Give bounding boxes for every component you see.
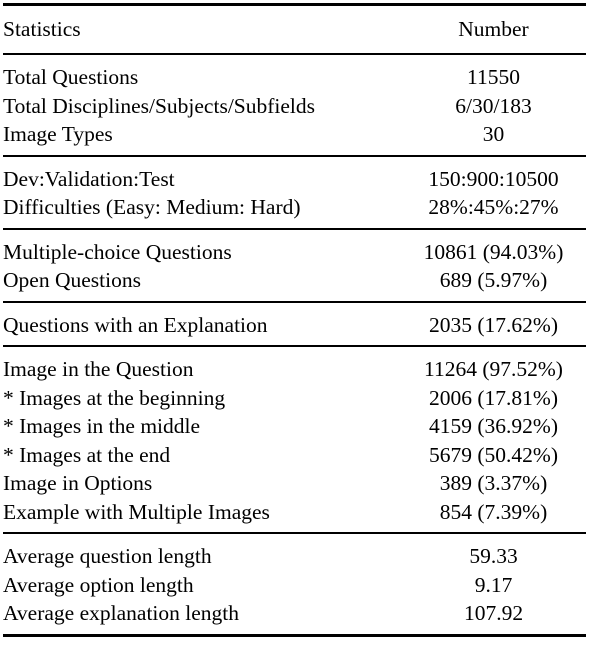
table-row: Average option length 9.17 [3,571,586,600]
row-spacer [3,347,586,355]
table-row: * Images at the beginning 2006 (17.81%) [3,384,586,413]
table-row: Average question length 59.33 [3,542,586,571]
row-spacer [3,157,586,165]
row-spacer [3,303,586,311]
row-value: 689 (5.97%) [439,268,548,292]
row-label: Dev:Validation:Test [3,166,175,191]
row-label: Average explanation length [3,601,240,625]
row-value: 11550 [467,65,520,89]
row-label: Image Types [3,122,113,146]
row-value: 28%:45%:27% [428,195,559,219]
row-label: Example with Multiple Images [3,499,270,524]
row-value: 10861 (94.03%) [423,239,564,264]
table-row: Open Questions 689 (5.97%) [3,266,586,295]
row-spacer [3,628,586,636]
row-label: Image in Options [3,471,153,495]
row-value: 5679 (50.42%) [429,442,558,467]
table-row: Total Disciplines/Subjects/Subfields 6/30… [3,92,586,121]
row-spacer [3,339,586,346]
row-value: 9.17 [474,572,513,597]
row-label: * Images in the middle [3,414,201,438]
table-row: * Images in the middle 4159 (36.92%) [3,412,586,441]
horizontal-rule [3,633,586,638]
row-label: Average question length [3,544,212,568]
statistics-table: Statistics Number Total Questions 11550 Tota… [3,3,586,638]
row-value: 30 [482,122,505,146]
table-row: Multiple-choice Questions 10861 (94.03%) [3,238,586,267]
table-row: Image in the Question 11264 (97.52%) [3,355,586,384]
row-value: 150:900:10500 [428,166,559,191]
row-value: 6/30/183 [455,93,532,118]
table-row: * Images at the end 5679 (50.42%) [3,441,586,470]
row-label: Image in the Question [3,357,194,381]
table-header-row: Statistics Number [3,6,586,54]
row-label: * Images at the beginning [3,385,226,410]
row-spacer [3,526,586,533]
row-label: * Images at the end [3,442,171,467]
row-spacer [3,149,586,156]
table-row: Image in Options 389 (3.37%) [3,469,586,498]
row-spacer [3,534,586,542]
table-row: Total Questions 11550 [3,63,586,92]
table-row: Difficulties (Easy: Medium: Hard) 28%:45%… [3,193,586,222]
table-bottom-rule [3,633,586,638]
row-value: 4159 (36.92%) [429,414,558,438]
row-value: 107.92 [463,601,524,625]
row-value: 11264 (97.52%) [424,357,563,381]
row-value: 389 (3.37%) [439,471,548,495]
row-label: Open Questions [3,268,141,292]
row-label: Questions with an Explanation [3,312,268,337]
statistics-table-figure: Statistics Number Total Questions 11550 Tota… [0,3,590,653]
table-row: Dev:Validation:Test 150:900:10500 [3,165,586,194]
row-label: Difficulties (Easy: Medium: Hard) [3,195,301,219]
row-value: 2006 (17.81%) [429,385,558,410]
table-row: Image Types 30 [3,120,586,149]
row-value: 59.33 [469,544,518,568]
row-label: Total Questions [3,65,139,89]
table-row: Average explanation length 107.92 [3,599,586,628]
row-label: Multiple-choice Questions [3,239,232,264]
table-row: Example with Multiple Images 854 (7.39%) [3,498,586,527]
row-spacer [3,55,586,63]
row-label: Average option length [3,572,194,597]
column-header-number: Number [458,17,529,41]
table-row: Questions with an Explanation 2035 (17.62… [3,311,586,340]
column-header-statistics: Statistics [3,17,81,41]
row-value: 854 (7.39%) [439,499,548,524]
row-value: 2035 (17.62%) [429,312,558,337]
row-label: Total Disciplines/Subjects/Subfields [3,93,316,118]
row-spacer [3,230,586,238]
row-spacer [3,222,586,229]
row-spacer [3,295,586,302]
